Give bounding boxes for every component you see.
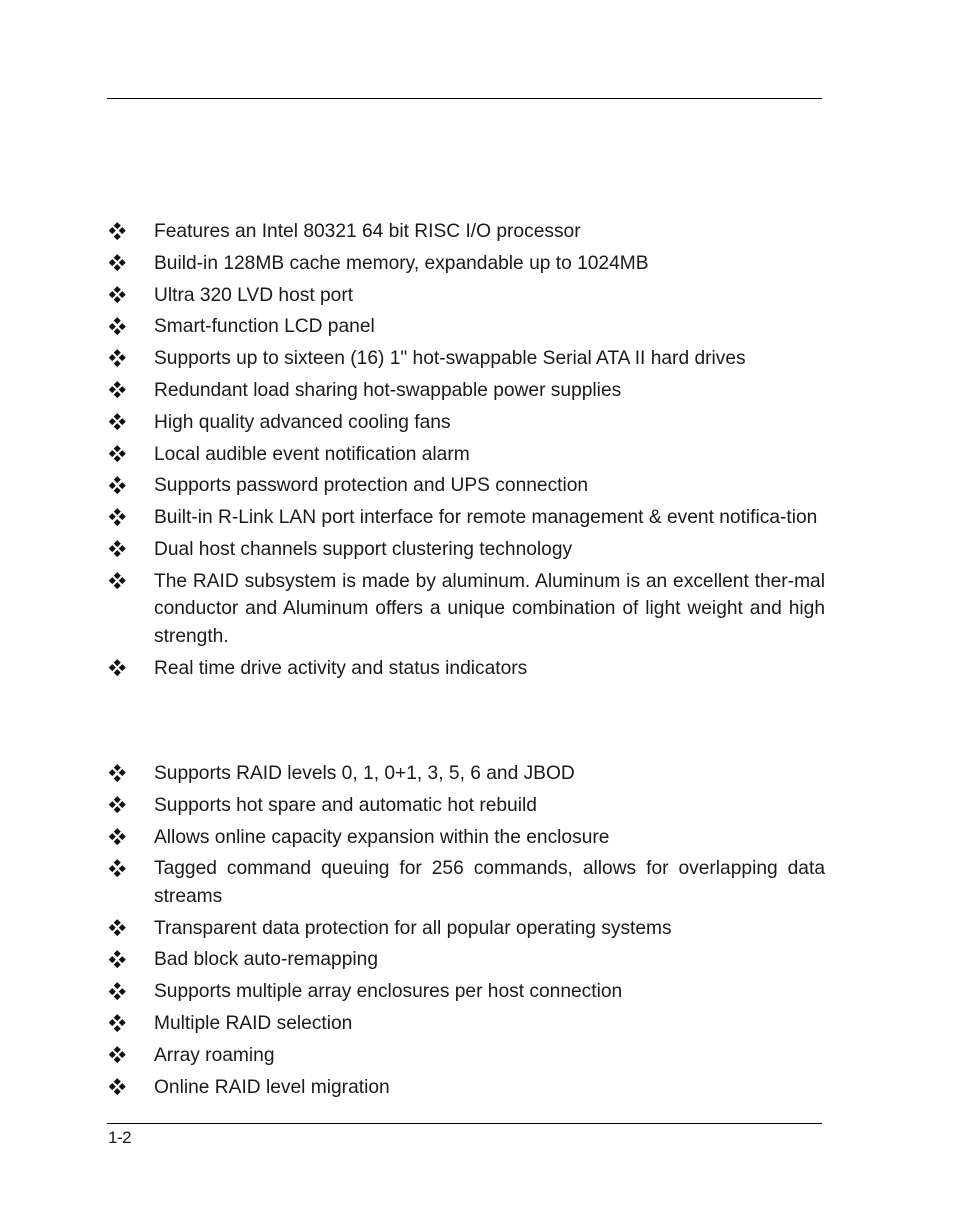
list-item-text: Smart-function LCD panel: [154, 316, 375, 338]
diamond-bullet-icon: [108, 253, 126, 271]
diamond-bullet-icon: [108, 859, 126, 877]
diamond-bullet-icon: [108, 982, 126, 1000]
diamond-bullet-icon: [108, 285, 126, 303]
list-item-text: Tagged command queuing for 256 commands,…: [154, 858, 825, 907]
list-item-text: The RAID subsystem is made by aluminum. …: [154, 570, 825, 647]
header-rule: [107, 98, 822, 99]
list-item-text: Built-in R-Link LAN port interface for r…: [154, 507, 818, 529]
page-number: 1-2: [108, 1128, 132, 1147]
list-item-text: Transparent data protection for all popu…: [154, 917, 672, 939]
list-item: Real time drive activity and status indi…: [107, 655, 825, 683]
list-item-text: Local audible event notification alarm: [154, 443, 470, 465]
footer-rule: [107, 1123, 822, 1124]
list-item-text: Allows online capacity expansion within …: [154, 826, 610, 848]
list-item: Features an Intel 80321 64 bit RISC I/O …: [107, 218, 825, 246]
list-item-text: Supports hot spare and automatic hot reb…: [154, 794, 537, 816]
diamond-bullet-icon: [108, 222, 126, 239]
list-item: The RAID subsystem is made by aluminum. …: [107, 568, 825, 651]
list-item-text: Features an Intel 80321 64 bit RISC I/O …: [154, 221, 581, 242]
list-item-text: Supports RAID levels 0, 1, 0+1, 3, 5, 6 …: [154, 763, 575, 784]
list-item: Array roaming: [107, 1042, 825, 1070]
diamond-bullet-icon: [108, 918, 126, 936]
list-item: High quality advanced cooling fans: [107, 409, 825, 437]
list-item: Tagged command queuing for 256 commands,…: [107, 855, 825, 910]
list-item-text: Supports up to sixteen (16) 1" hot-swapp…: [154, 348, 746, 370]
list-item-text: Build-in 128MB cache memory, expandable …: [154, 252, 649, 274]
list-item: Supports multiple array enclosures per h…: [107, 978, 825, 1006]
list-item: Supports RAID levels 0, 1, 0+1, 3, 5, 6 …: [107, 760, 825, 788]
list-item-text: Supports password protection and UPS con…: [154, 475, 589, 497]
list-item: Built-in R-Link LAN port interface for r…: [107, 504, 825, 532]
list-item: Supports up to sixteen (16) 1" hot-swapp…: [107, 345, 825, 373]
list-item: Local audible event notification alarm: [107, 441, 825, 469]
diamond-bullet-icon: [108, 476, 126, 494]
diamond-bullet-icon: [108, 1045, 126, 1063]
list-item: Supports password protection and UPS con…: [107, 472, 825, 500]
list-item-text: Ultra 320 LVD host port: [154, 284, 354, 306]
list-item-text: Array roaming: [154, 1044, 275, 1066]
diamond-bullet-icon: [108, 950, 126, 968]
list-item-text: Supports multiple array enclosures per h…: [154, 981, 623, 1003]
diamond-bullet-icon: [108, 1077, 126, 1095]
list-item: Dual host channels support clustering te…: [107, 536, 825, 564]
list-item: Supports hot spare and automatic hot reb…: [107, 792, 825, 820]
diamond-bullet-icon: [108, 764, 126, 781]
list-item: Bad block auto-remapping: [107, 946, 825, 974]
diamond-bullet-icon: [108, 658, 126, 676]
hardware-features-list: Features an Intel 80321 64 bit RISC I/O …: [107, 218, 825, 686]
diamond-bullet-icon: [108, 444, 126, 462]
raid-features-list: Supports RAID levels 0, 1, 0+1, 3, 5, 6 …: [107, 760, 825, 1105]
list-item-text: High quality advanced cooling fans: [154, 411, 451, 433]
diamond-bullet-icon: [108, 571, 126, 589]
diamond-bullet-icon: [108, 508, 126, 526]
list-item-text: Bad block auto-remapping: [154, 949, 378, 971]
list-item-text: Multiple RAID selection: [154, 1013, 353, 1035]
list-item: Multiple RAID selection: [107, 1010, 825, 1038]
diamond-bullet-icon: [108, 827, 126, 845]
list-item: Smart-function LCD panel: [107, 313, 825, 341]
list-item: Transparent data protection for all popu…: [107, 915, 825, 943]
list-item-text: Real time drive activity and status indi…: [154, 657, 528, 679]
diamond-bullet-icon: [108, 317, 126, 335]
diamond-bullet-icon: [108, 349, 126, 367]
list-item: Build-in 128MB cache memory, expandable …: [107, 250, 825, 278]
list-item-text: Dual host channels support clustering te…: [154, 538, 573, 560]
diamond-bullet-icon: [108, 381, 126, 398]
diamond-bullet-icon: [108, 795, 126, 813]
diamond-bullet-icon: [108, 412, 126, 430]
diamond-bullet-icon: [108, 1014, 126, 1032]
list-item-text: Redundant load sharing hot-swappable pow…: [154, 379, 622, 401]
diamond-bullet-icon: [108, 540, 126, 557]
list-item: Redundant load sharing hot-swappable pow…: [107, 377, 825, 405]
list-item: Online RAID level migration: [107, 1074, 825, 1102]
list-item-text: Online RAID level migration: [154, 1076, 390, 1098]
list-item: Allows online capacity expansion within …: [107, 824, 825, 852]
list-item: Ultra 320 LVD host port: [107, 282, 825, 310]
